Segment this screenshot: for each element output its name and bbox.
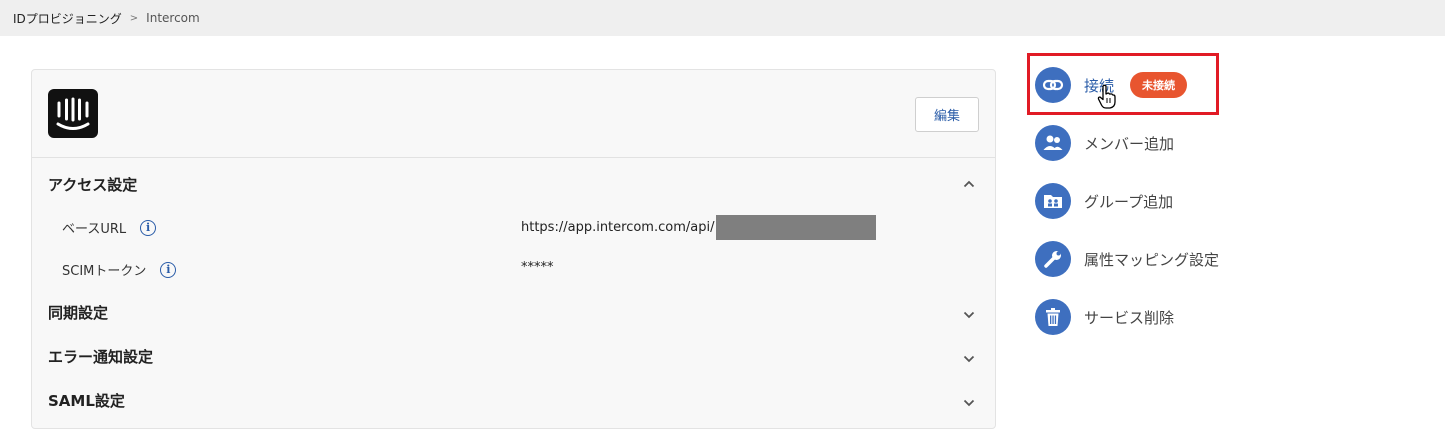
section-saml-settings[interactable]: SAML設定 [48,390,125,411]
section-error-notify-settings[interactable]: エラー通知設定 [48,346,153,367]
redacted-block [716,215,877,240]
delete-service-action[interactable]: サービス削除 [1035,299,1174,335]
chevron-up-icon[interactable] [963,178,975,190]
info-icon[interactable]: i [160,261,177,278]
info-icon[interactable]: i [140,219,157,236]
base-url-value-wrap: https://app.intercom.com/api/ [521,215,877,240]
breadcrumb-current: Intercom [146,11,200,25]
add-group-label[interactable]: グループ追加 [1084,191,1173,212]
add-member-action[interactable]: メンバー追加 [1035,125,1174,161]
section-sync-settings[interactable]: 同期設定 [48,302,108,323]
status-badge: 未接続 [1130,72,1188,98]
chevron-down-icon[interactable] [963,353,975,365]
group-folder-icon [1035,183,1071,219]
add-group-action[interactable]: グループ追加 [1035,183,1173,219]
wrench-icon [1035,241,1071,277]
people-icon [1035,125,1071,161]
base-url-row: ベースURL i [62,218,157,237]
attribute-mapping-action[interactable]: 属性マッピング設定 [1035,241,1219,277]
breadcrumb-root[interactable]: IDプロビジョニング [13,10,122,27]
delete-service-label[interactable]: サービス削除 [1084,307,1174,328]
base-url-value: https://app.intercom.com/api/ [521,220,715,235]
service-settings-card: 編集 アクセス設定 ベースURL i https://app.intercom.… [31,69,996,429]
trash-icon [1035,299,1071,335]
section-access-settings[interactable]: アクセス設定 [48,174,137,195]
hand-cursor-icon [1097,84,1116,109]
base-url-label: ベースURL [62,222,127,237]
edit-button[interactable]: 編集 [915,97,979,132]
card-header: 編集 [32,70,995,158]
attribute-mapping-label[interactable]: 属性マッピング設定 [1084,249,1219,270]
intercom-logo [48,89,98,138]
add-member-label[interactable]: メンバー追加 [1084,133,1174,154]
scim-token-value: ***** [521,260,554,275]
scim-token-row: SCIMトークン i [62,260,177,279]
breadcrumb: IDプロビジョニング > Intercom [0,0,1445,36]
chevron-down-icon[interactable] [963,397,975,409]
link-icon [1035,67,1071,103]
scim-token-value-wrap: ***** [521,260,554,275]
chevron-down-icon[interactable] [963,309,975,321]
breadcrumb-separator: > [129,12,139,24]
scim-token-label: SCIMトークン [62,264,147,279]
